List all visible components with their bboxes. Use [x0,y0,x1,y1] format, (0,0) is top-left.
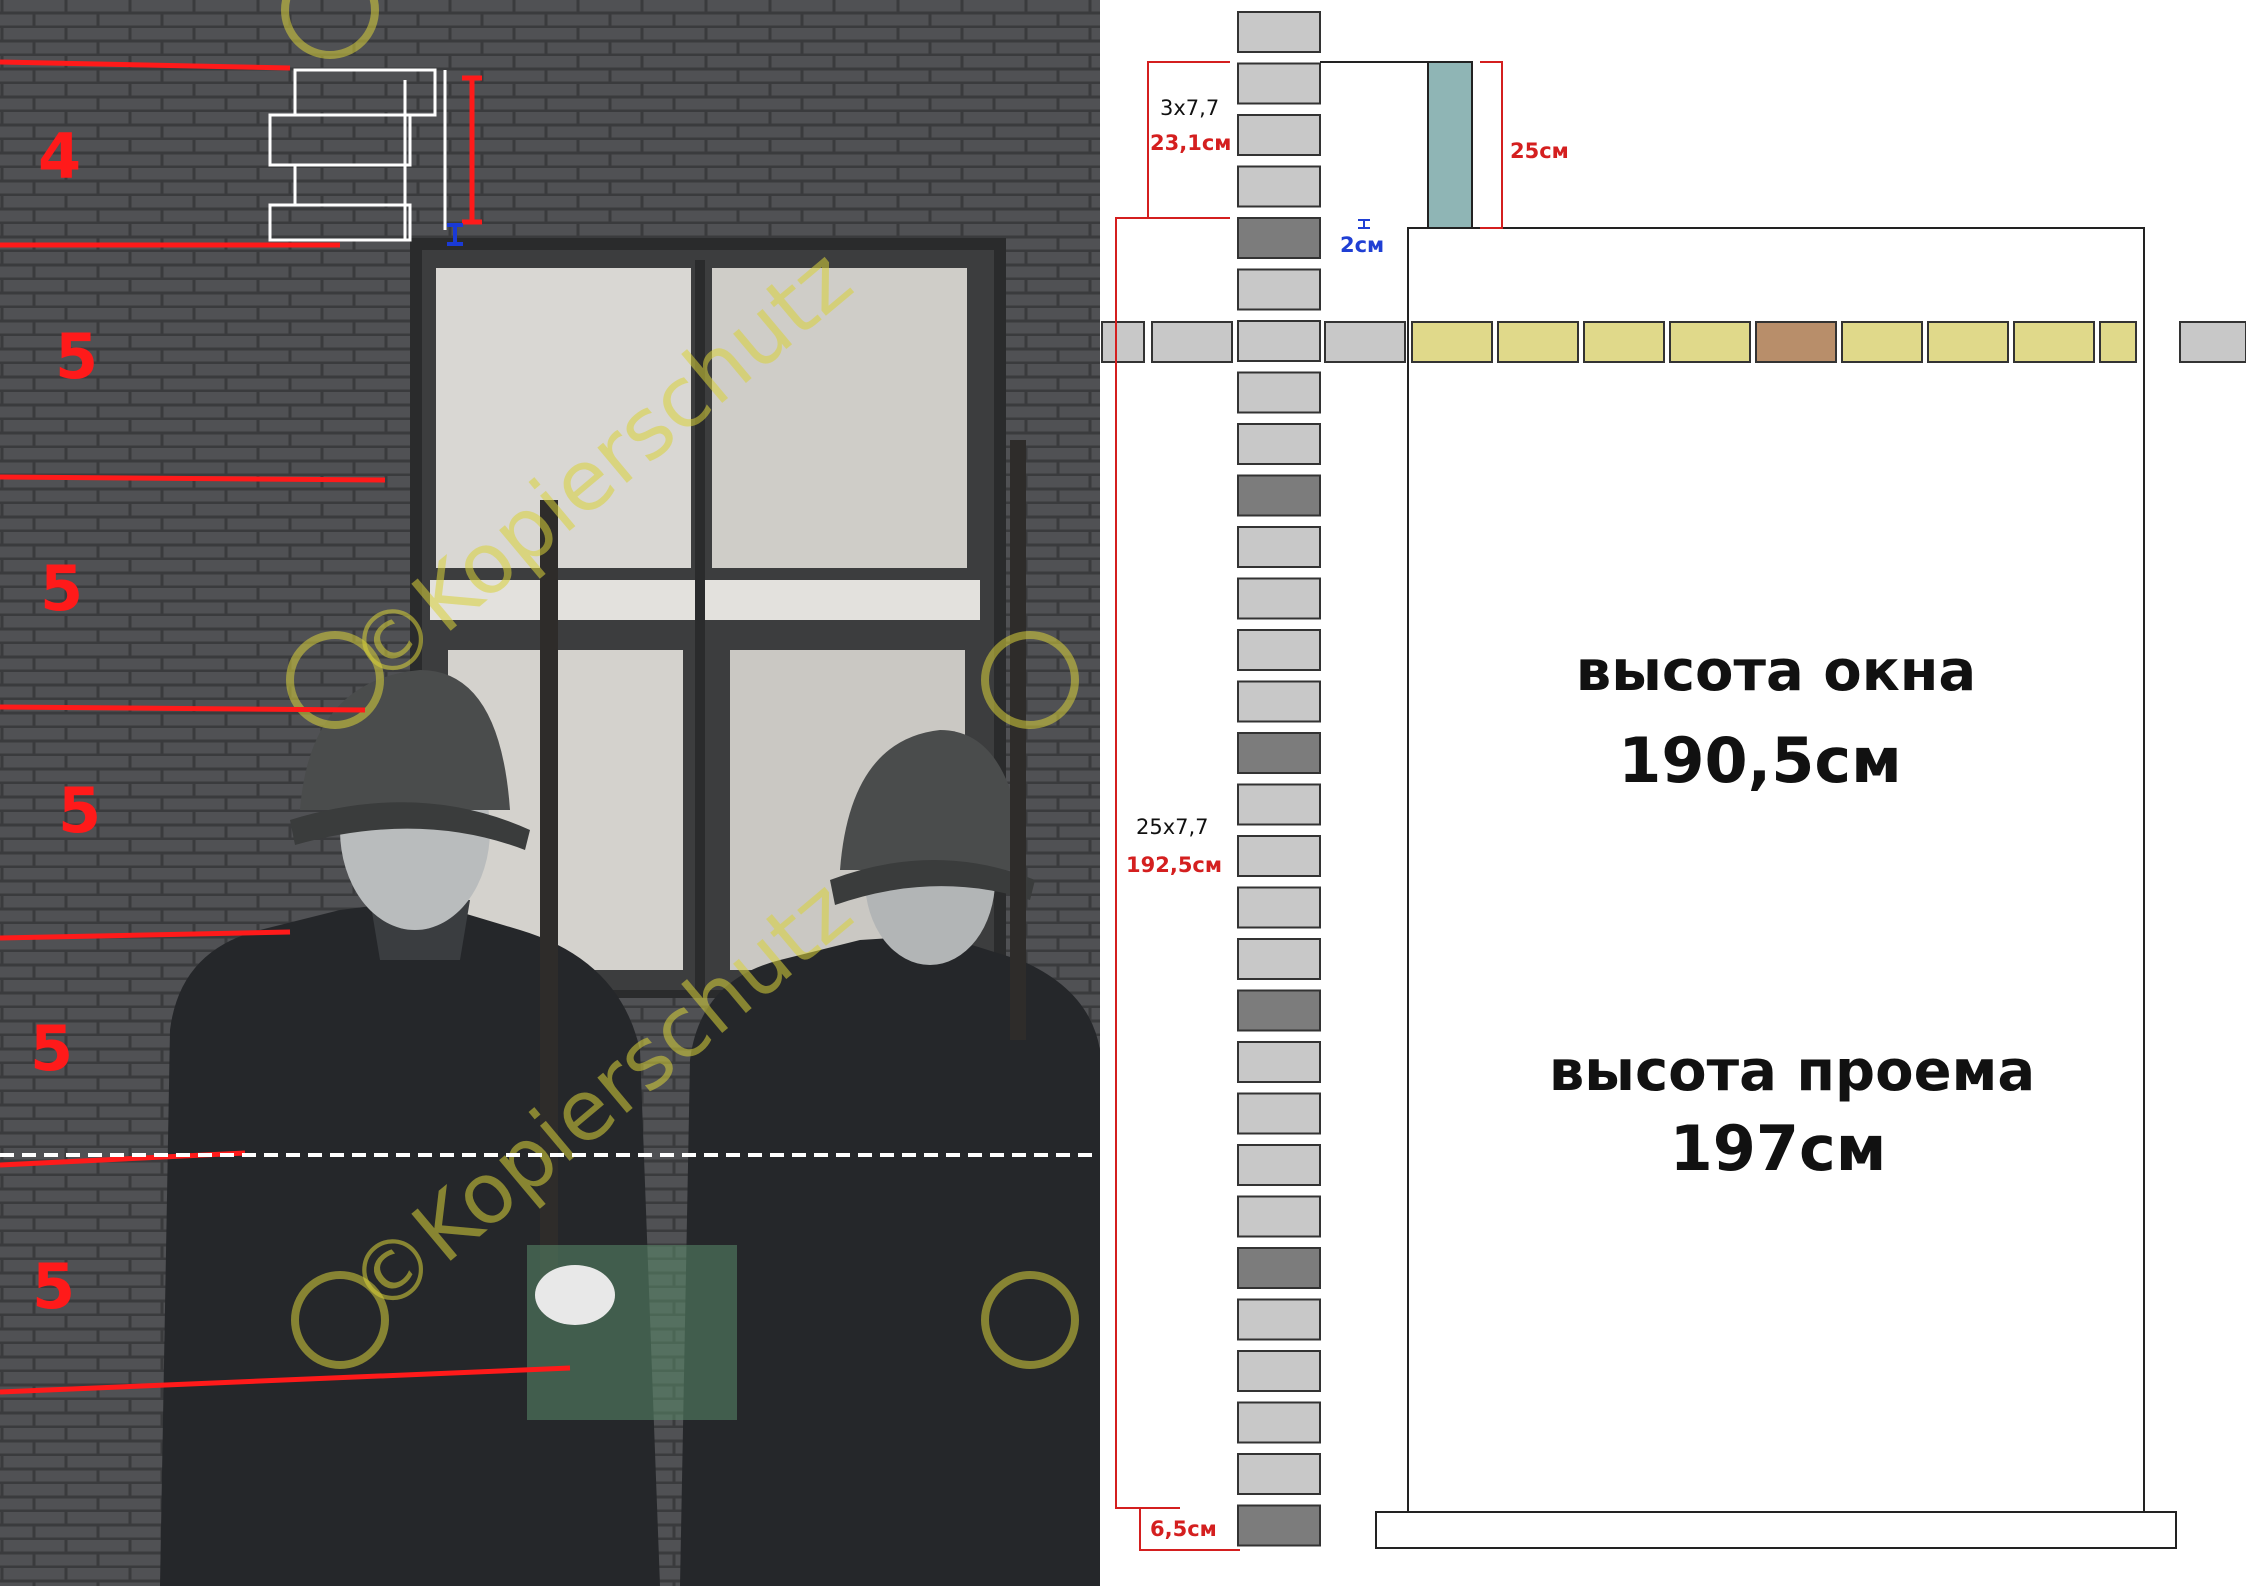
lintel-brick [1583,321,1665,363]
brick [1237,268,1321,311]
brick [1237,680,1321,723]
main-segment-formula: 25х7,7 [1136,815,1209,839]
brick [1237,526,1321,568]
course-count-label: 5 [40,552,83,625]
brick [1237,783,1321,826]
brick [1237,1453,1321,1495]
brick [1237,989,1321,1032]
brick [1237,1350,1321,1392]
lintel-accent-brick [1755,321,1837,363]
top-segment-value: 23,1см [1150,131,1231,155]
brick [1101,321,1145,363]
lintel-brick [2013,321,2095,363]
gap-label: 2см [1340,233,1384,257]
course-count-label: 5 [32,1250,75,1323]
brick [1237,474,1321,517]
annotated-photo: ©Kopierschutz ©Kopierschutz 4 5 5 5 5 5 [0,0,1100,1586]
brick-column [1237,11,1321,1547]
brick [1237,938,1321,980]
main-segment-value: 192,5см [1126,853,1222,877]
window-height-value: 190,5см [1618,724,1902,797]
white-glove [535,1265,615,1325]
opening-height-label: высота проема [1549,1039,2035,1104]
lintel-brick [1841,321,1923,363]
diagram-panel: 3х7,7 23,1см 25см 2см 25х7,7 192,5см 6,5… [1100,0,2246,1586]
course-count-label: 5 [30,1012,73,1085]
window-height-label: высота окна [1576,639,1976,704]
window-opening-frame [1407,227,2145,1517]
brick [2179,321,2246,363]
course-count-label: 4 [38,120,81,193]
brick [1237,1298,1321,1341]
brick [1151,321,1233,363]
brick [1237,1144,1321,1186]
brick [1237,1401,1321,1444]
window-diagram: 3х7,7 23,1см 25см 2см 25х7,7 192,5см 6,5… [1101,11,2246,1551]
lintel-brick [1497,321,1579,363]
brick [1237,114,1321,156]
photo-panel: ©Kopierschutz ©Kopierschutz 4 5 5 5 5 5 [0,0,1100,1586]
brick [1237,217,1321,259]
brick [1237,886,1321,929]
lintel-brick [1411,321,1493,363]
course-count-label: 5 [58,774,101,847]
top-segment-formula: 3х7,7 [1160,96,1219,120]
course-count-label: 5 [55,320,98,393]
bottom-segment-value: 6,5см [1150,1517,1217,1541]
brick [1237,1092,1321,1135]
brick [1237,320,1321,362]
brick [1324,321,1406,363]
brick [1237,11,1321,53]
brick [1237,1195,1321,1238]
opening-height-value: 197см [1670,1112,1887,1185]
brick [1237,1247,1321,1289]
lintel-brick [1927,321,2009,363]
brick [1237,835,1321,877]
top-board-height: 25см [1510,139,1569,163]
brick [1237,629,1321,671]
lintel-brick [1669,321,1751,363]
brick [1237,1041,1321,1083]
window-sill [1375,1511,2177,1549]
gap-dimension [1358,219,1370,229]
brick [1237,62,1321,105]
brick [1237,577,1321,620]
brick [1237,1504,1321,1547]
brick [1237,732,1321,774]
top-board [1427,61,1473,229]
brick [1237,165,1321,208]
lintel-brick [2099,321,2137,363]
brick [1237,423,1321,465]
brick [1237,371,1321,414]
